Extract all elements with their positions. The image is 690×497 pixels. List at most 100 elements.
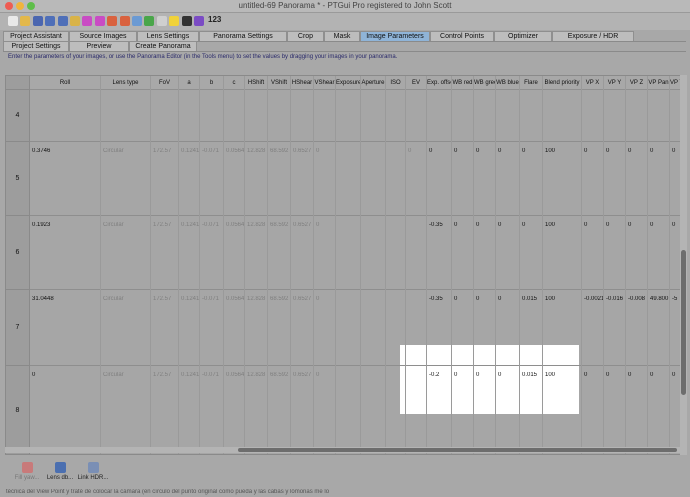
row-header-6[interactable]: 6 — [6, 216, 30, 290]
cell-blend-row-8[interactable]: 100 — [545, 372, 582, 378]
column-header-vp-z[interactable]: VP Z — [626, 76, 648, 90]
magic-icon[interactable] — [70, 16, 80, 26]
cell-c-row-6[interactable]: 0.0564 — [226, 222, 245, 228]
cell-fov-row-5[interactable]: 172.57 — [153, 148, 179, 154]
cell-blend-row-6[interactable]: 100 — [545, 222, 582, 228]
cell-roll-row-5[interactable]: 0.3746 — [32, 148, 101, 154]
save-icon[interactable] — [32, 16, 43, 26]
cell-hshear-row-6[interactable]: 0.6527 — [293, 222, 314, 228]
cell-c-row-7[interactable]: 0.0564 — [226, 296, 245, 302]
cell-b-row-5[interactable]: -0.071 — [202, 148, 224, 154]
cell-roll-row-7[interactable]: 31.0448 — [32, 296, 101, 302]
column-header-flare[interactable]: Flare — [520, 76, 543, 90]
cell-a-row-5[interactable]: 0.1241 — [181, 148, 200, 154]
column-header-vp-x[interactable]: VP X — [582, 76, 604, 90]
cell-wbb-row-8[interactable]: 0 — [498, 372, 520, 378]
prism-icon[interactable] — [194, 16, 204, 26]
cell-vshift-row-7[interactable]: 68.592 — [270, 296, 291, 302]
cell-hshear-row-8[interactable]: 0.6527 — [293, 372, 314, 378]
column-header-exp-offset[interactable]: Exp. offset — [427, 76, 452, 90]
cell-expoff-row-8[interactable]: -0.2 — [429, 372, 452, 378]
undo-icon[interactable] — [45, 16, 56, 26]
row-header-7[interactable]: 7 — [6, 290, 30, 366]
row-header-5[interactable]: 5 — [6, 142, 30, 216]
cell-lens-row-6[interactable]: Circular — [103, 222, 151, 228]
cell-wbg-row-8[interactable]: 0 — [476, 372, 496, 378]
cell-blend-row-5[interactable]: 100 — [545, 148, 582, 154]
tab-source-images[interactable]: Source Images — [69, 31, 137, 41]
tab-exposure-hdr[interactable]: Exposure / HDR — [552, 31, 634, 41]
numbers-icon[interactable] — [181, 16, 192, 26]
cell-lens-row-8[interactable]: Circular — [103, 372, 151, 378]
cell-c-row-5[interactable]: 0.0564 — [226, 148, 245, 154]
cell-flare-row-5[interactable]: 0 — [522, 148, 543, 154]
tab-image-parameters[interactable]: Image Parameters — [360, 31, 430, 41]
cell-wbb-row-6[interactable]: 0 — [498, 222, 520, 228]
row-header-4[interactable]: 4 — [6, 90, 30, 142]
column-header-hshear[interactable]: HShear — [291, 76, 314, 90]
cell-vpx-row-8[interactable]: 0 — [584, 372, 604, 378]
cell-hshift-row-7[interactable]: 12.828 — [247, 296, 268, 302]
column-header-iso[interactable]: ISO — [386, 76, 406, 90]
vertical-scrollbar[interactable] — [680, 75, 687, 455]
cell-lens-row-7[interactable]: Circular — [103, 296, 151, 302]
cell-ev-row-5[interactable]: 0 — [408, 148, 427, 154]
cell-vppan-row-5[interactable]: 0 — [650, 148, 670, 154]
cell-b-row-8[interactable]: -0.071 — [202, 372, 224, 378]
cell-a-row-6[interactable]: 0.1241 — [181, 222, 200, 228]
cell-c-row-8[interactable]: 0.0564 — [226, 372, 245, 378]
column-header-exposure[interactable]: Exposure — [336, 76, 361, 90]
cell-flare-row-6[interactable]: 0 — [522, 222, 543, 228]
column-header-vp-pan[interactable]: VP Pan — [648, 76, 670, 90]
redo-icon[interactable] — [57, 16, 68, 26]
tab-panorama-settings[interactable]: Panorama Settings — [199, 31, 287, 41]
cell-hshift-row-6[interactable]: 12.828 — [247, 222, 268, 228]
cell-vshear-row-8[interactable]: 0 — [316, 372, 336, 378]
cell-a-row-8[interactable]: 0.1241 — [181, 372, 200, 378]
cell-hshift-row-8[interactable]: 12.828 — [247, 372, 268, 378]
column-header-vshift[interactable]: VShift — [268, 76, 291, 90]
cell-flare-row-8[interactable]: 0.015 — [522, 372, 543, 378]
numbers-label[interactable]: 123 — [208, 15, 221, 24]
cell-vpx-row-7[interactable]: -0.0021 — [584, 296, 604, 302]
cell-vpz-row-6[interactable]: 0 — [628, 222, 648, 228]
cell-expoff-row-7[interactable]: -0.35 — [429, 296, 452, 302]
cell-expoff-row-6[interactable]: -0.35 — [429, 222, 452, 228]
left-arrow-icon[interactable] — [107, 16, 118, 26]
tab-control-points[interactable]: Control Points — [430, 31, 494, 41]
tab-project-settings[interactable]: Project Settings — [3, 41, 69, 51]
column-header-fov[interactable]: FoV — [151, 76, 179, 90]
cell-a-row-7[interactable]: 0.1241 — [181, 296, 200, 302]
horizontal-scrollbar[interactable] — [5, 447, 682, 453]
column-header-vp-y[interactable]: VP Y — [604, 76, 626, 90]
cell-vpy-row-8[interactable]: 0 — [606, 372, 626, 378]
tab-crop[interactable]: Crop — [287, 31, 324, 41]
cell-blend-row-7[interactable]: 100 — [545, 296, 582, 302]
cell-wbr-row-6[interactable]: 0 — [454, 222, 474, 228]
tab-project-assistant[interactable]: Project Assistant — [3, 31, 69, 41]
right-arrow-icon[interactable] — [119, 16, 130, 26]
cell-wbg-row-7[interactable]: 0 — [476, 296, 496, 302]
bottom-button-lens-db[interactable]: Lens db... — [43, 462, 77, 481]
column-header-vshear[interactable]: VShear — [314, 76, 336, 90]
column-header-c[interactable]: c — [224, 76, 245, 90]
cell-wbb-row-7[interactable]: 0 — [498, 296, 520, 302]
cell-vshift-row-5[interactable]: 68.592 — [270, 148, 291, 154]
zoom-out-icon[interactable] — [94, 16, 105, 26]
horizontal-scroll-thumb[interactable] — [238, 448, 677, 452]
column-header-b[interactable]: b — [200, 76, 224, 90]
column-header-wb-green[interactable]: WB green — [474, 76, 496, 90]
bottom-button-link-hdr[interactable]: Link HDR... — [76, 462, 110, 481]
cell-vppan-row-6[interactable]: 0 — [650, 222, 670, 228]
cell-vpz-row-5[interactable]: 0 — [628, 148, 648, 154]
cell-fov-row-6[interactable]: 172.57 — [153, 222, 179, 228]
cell-wbr-row-8[interactable]: 0 — [454, 372, 474, 378]
column-header-a[interactable]: a — [179, 76, 200, 90]
cell-wbb-row-5[interactable]: 0 — [498, 148, 520, 154]
column-header-aperture[interactable]: Aperture — [361, 76, 386, 90]
cell-vpz-row-7[interactable]: -0.008 — [628, 296, 648, 302]
cell-fov-row-8[interactable]: 172.57 — [153, 372, 179, 378]
bulb-icon[interactable] — [169, 16, 180, 26]
cell-wbg-row-5[interactable]: 0 — [476, 148, 496, 154]
column-header-blend-priority[interactable]: Blend priority — [543, 76, 582, 90]
